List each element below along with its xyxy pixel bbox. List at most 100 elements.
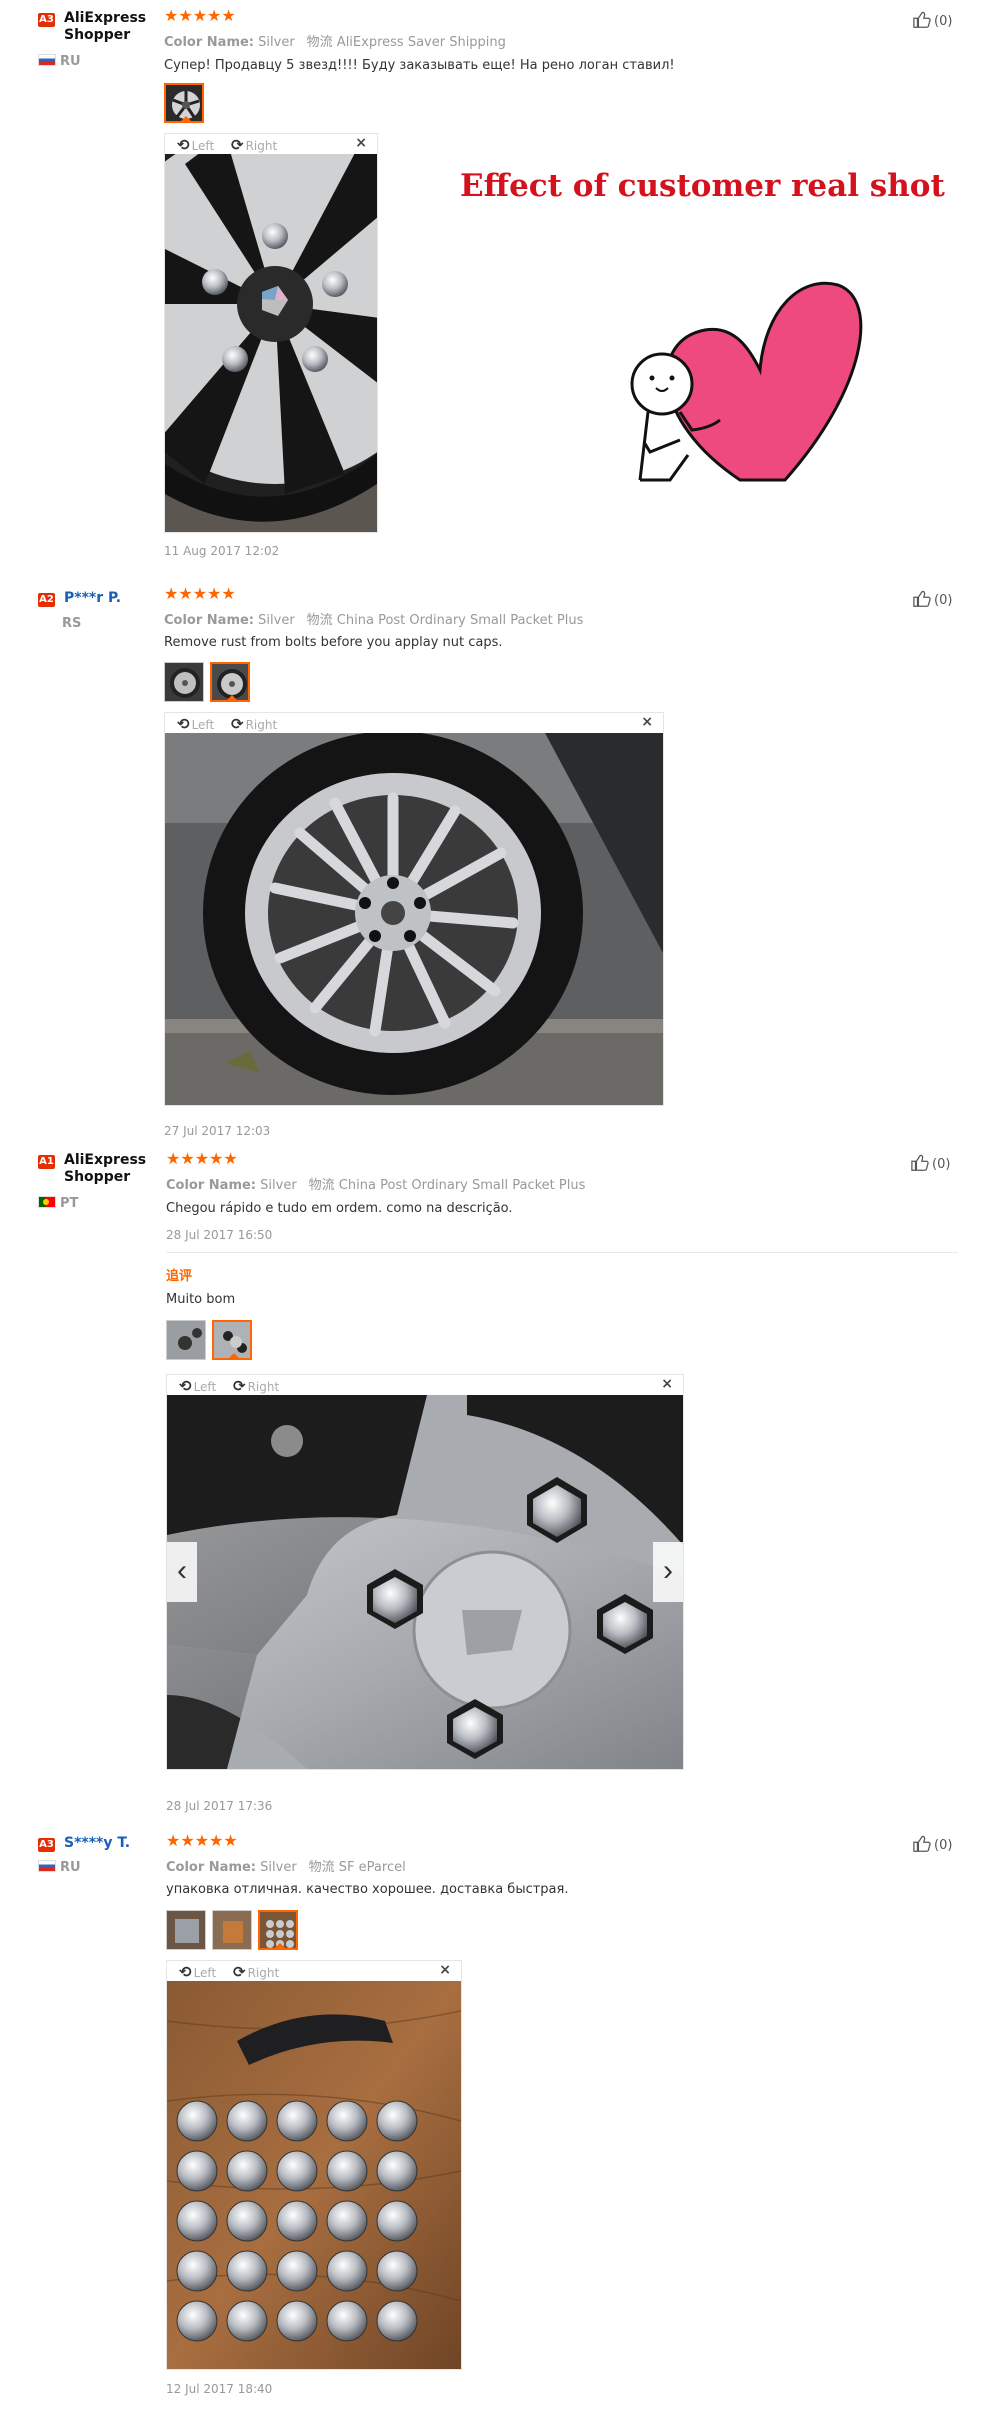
review-photo[interactable]: [165, 733, 663, 1105]
close-icon[interactable]: ×: [641, 714, 653, 730]
star-rating: ★★★★★: [164, 586, 236, 603]
country-code: RU: [60, 1860, 81, 1875]
review-date: 12 Jul 2017 18:40: [166, 2382, 273, 2396]
photo-thumbnail[interactable]: [212, 1910, 252, 1950]
star-rating: ★★★★★: [166, 1833, 238, 1850]
helpful-button[interactable]: (0): [912, 1835, 952, 1853]
user-level-badge: A3: [38, 1838, 55, 1852]
additional-feedback-date: 28 Jul 2017 17:36: [166, 1799, 273, 1813]
user-level-badge: A3: [38, 13, 55, 27]
flag-icon: [38, 1860, 56, 1872]
color-label: Color Name:: [166, 1178, 257, 1193]
viewer-toolbar: ⟲ Left ⟳ Right ×: [165, 134, 377, 154]
photo-thumbnail[interactable]: [166, 1910, 206, 1950]
helpful-count: (0): [934, 14, 953, 29]
photo-thumbnails: [164, 662, 250, 702]
color-label: Color Name:: [166, 1860, 257, 1875]
shipping-method: 物流 China Post Ordinary Small Packet Plus: [306, 613, 584, 628]
helpful-button[interactable]: (0): [912, 590, 952, 608]
heart-mascot-illustration: [630, 281, 863, 482]
reviewer-name: AliExpress Shopper: [64, 1152, 147, 1185]
review-meta: Color Name: Silver 物流 AliExpress Saver Sh…: [164, 31, 506, 50]
rotate-right-icon: ⟳: [231, 715, 244, 733]
rotate-left-button[interactable]: ⟲ Left: [177, 136, 214, 154]
star-rating: ★★★★★: [164, 8, 236, 25]
photo-thumbnails: [164, 83, 204, 123]
rotate-left-icon: ⟲: [177, 715, 190, 733]
shipping-method: 物流 SF eParcel: [308, 1860, 406, 1875]
review-text: Chegou rápido e tudo em ordem. como na d…: [166, 1201, 513, 1216]
viewer-toolbar: ⟲ Left ⟳ Right ×: [167, 1375, 683, 1395]
review-text: упаковка отличная. качество хорошее. дос…: [166, 1882, 569, 1897]
review-photo[interactable]: [165, 154, 377, 532]
helpful-count: (0): [934, 593, 953, 608]
shipping-method: 物流 AliExpress Saver Shipping: [306, 35, 506, 50]
rotate-right-button[interactable]: ⟳ Right: [233, 1963, 279, 1981]
photo-thumbnail[interactable]: [164, 83, 204, 123]
viewer-toolbar: ⟲ Left ⟳ Right ×: [167, 1961, 461, 1981]
user-level-badge: A1: [38, 1155, 55, 1169]
reviewer-name: AliExpress Shopper: [64, 10, 147, 43]
review-photo[interactable]: [167, 1981, 461, 2369]
reviewer-name[interactable]: P***r P.: [64, 590, 121, 607]
promo-banner-text: Effect of customer real shot: [460, 168, 945, 204]
photo-viewer: ⟲ Left ⟳ Right ×: [166, 1960, 462, 2370]
rotate-left-icon: ⟲: [177, 136, 190, 154]
close-icon[interactable]: ×: [439, 1962, 451, 1978]
viewer-toolbar: ⟲ Left ⟳ Right ×: [165, 713, 663, 733]
reviewer-name[interactable]: S****y T.: [64, 1835, 130, 1852]
photo-thumbnail[interactable]: [258, 1910, 298, 1950]
shipping-method: 物流 China Post Ordinary Small Packet Plus: [308, 1178, 586, 1193]
color-value: Silver: [260, 1178, 297, 1193]
star-rating: ★★★★★: [166, 1151, 238, 1168]
reviewer-country: RS: [62, 616, 81, 631]
previous-photo-button[interactable]: ‹: [167, 1542, 197, 1602]
rotate-right-button[interactable]: ⟳ Right: [231, 715, 277, 733]
review-photo[interactable]: [167, 1395, 683, 1769]
rotate-left-icon: ⟲: [179, 1963, 192, 1981]
photo-thumbnails: [166, 1320, 252, 1360]
review-date: 28 Jul 2017 16:50: [166, 1228, 273, 1242]
review-meta: Color Name: Silver 物流 SF eParcel: [166, 1856, 406, 1875]
flag-icon: [38, 1196, 56, 1208]
close-icon[interactable]: ×: [355, 135, 367, 151]
thumbs-up-icon: [913, 590, 931, 607]
photo-thumbnail[interactable]: [212, 1320, 252, 1360]
color-value: Silver: [260, 1860, 297, 1875]
next-photo-button[interactable]: ›: [653, 1542, 683, 1602]
country-code: PT: [60, 1196, 79, 1211]
user-level-badge: A2: [38, 593, 55, 607]
rotate-right-button[interactable]: ⟳ Right: [231, 136, 277, 154]
rotate-left-button[interactable]: ⟲ Left: [179, 1377, 216, 1395]
photo-thumbnails: [166, 1910, 298, 1950]
thumbs-up-icon: [911, 1154, 929, 1171]
country-code: RU: [60, 54, 81, 69]
color-label: Color Name:: [164, 613, 255, 628]
photo-viewer: ⟲ Left ⟳ Right × ‹ ›: [166, 1374, 684, 1770]
rotate-right-button[interactable]: ⟳ Right: [233, 1377, 279, 1395]
rotate-left-button[interactable]: ⟲ Left: [179, 1963, 216, 1981]
photo-thumbnail[interactable]: [164, 662, 204, 702]
additional-feedback-label: 追评: [166, 1268, 193, 1283]
reviewer-country: RU: [38, 54, 81, 69]
review-text: Remove rust from bolts before you applay…: [164, 635, 503, 650]
thumbs-up-icon: [913, 11, 931, 28]
helpful-button[interactable]: (0): [912, 11, 952, 29]
review-meta: Color Name: Silver 物流 China Post Ordinary…: [164, 609, 583, 628]
reviewer-country: RU: [38, 1860, 81, 1875]
thumbs-up-icon: [913, 1835, 931, 1852]
helpful-button[interactable]: (0): [910, 1154, 950, 1172]
close-icon[interactable]: ×: [661, 1376, 673, 1392]
divider: [166, 1252, 958, 1253]
rotate-right-icon: ⟳: [233, 1377, 246, 1395]
reviewer-country: PT: [38, 1196, 78, 1211]
review-meta: Color Name: Silver 物流 China Post Ordinary…: [166, 1174, 585, 1193]
color-value: Silver: [258, 613, 295, 628]
review-text: Супер! Продавцу 5 звезд!!!! Буду заказыв…: [164, 58, 675, 73]
rotate-left-button[interactable]: ⟲ Left: [177, 715, 214, 733]
rotate-right-icon: ⟳: [231, 136, 244, 154]
photo-viewer: ⟲ Left ⟳ Right ×: [164, 133, 378, 533]
photo-thumbnail[interactable]: [210, 662, 250, 702]
color-value: Silver: [258, 35, 295, 50]
photo-thumbnail[interactable]: [166, 1320, 206, 1360]
